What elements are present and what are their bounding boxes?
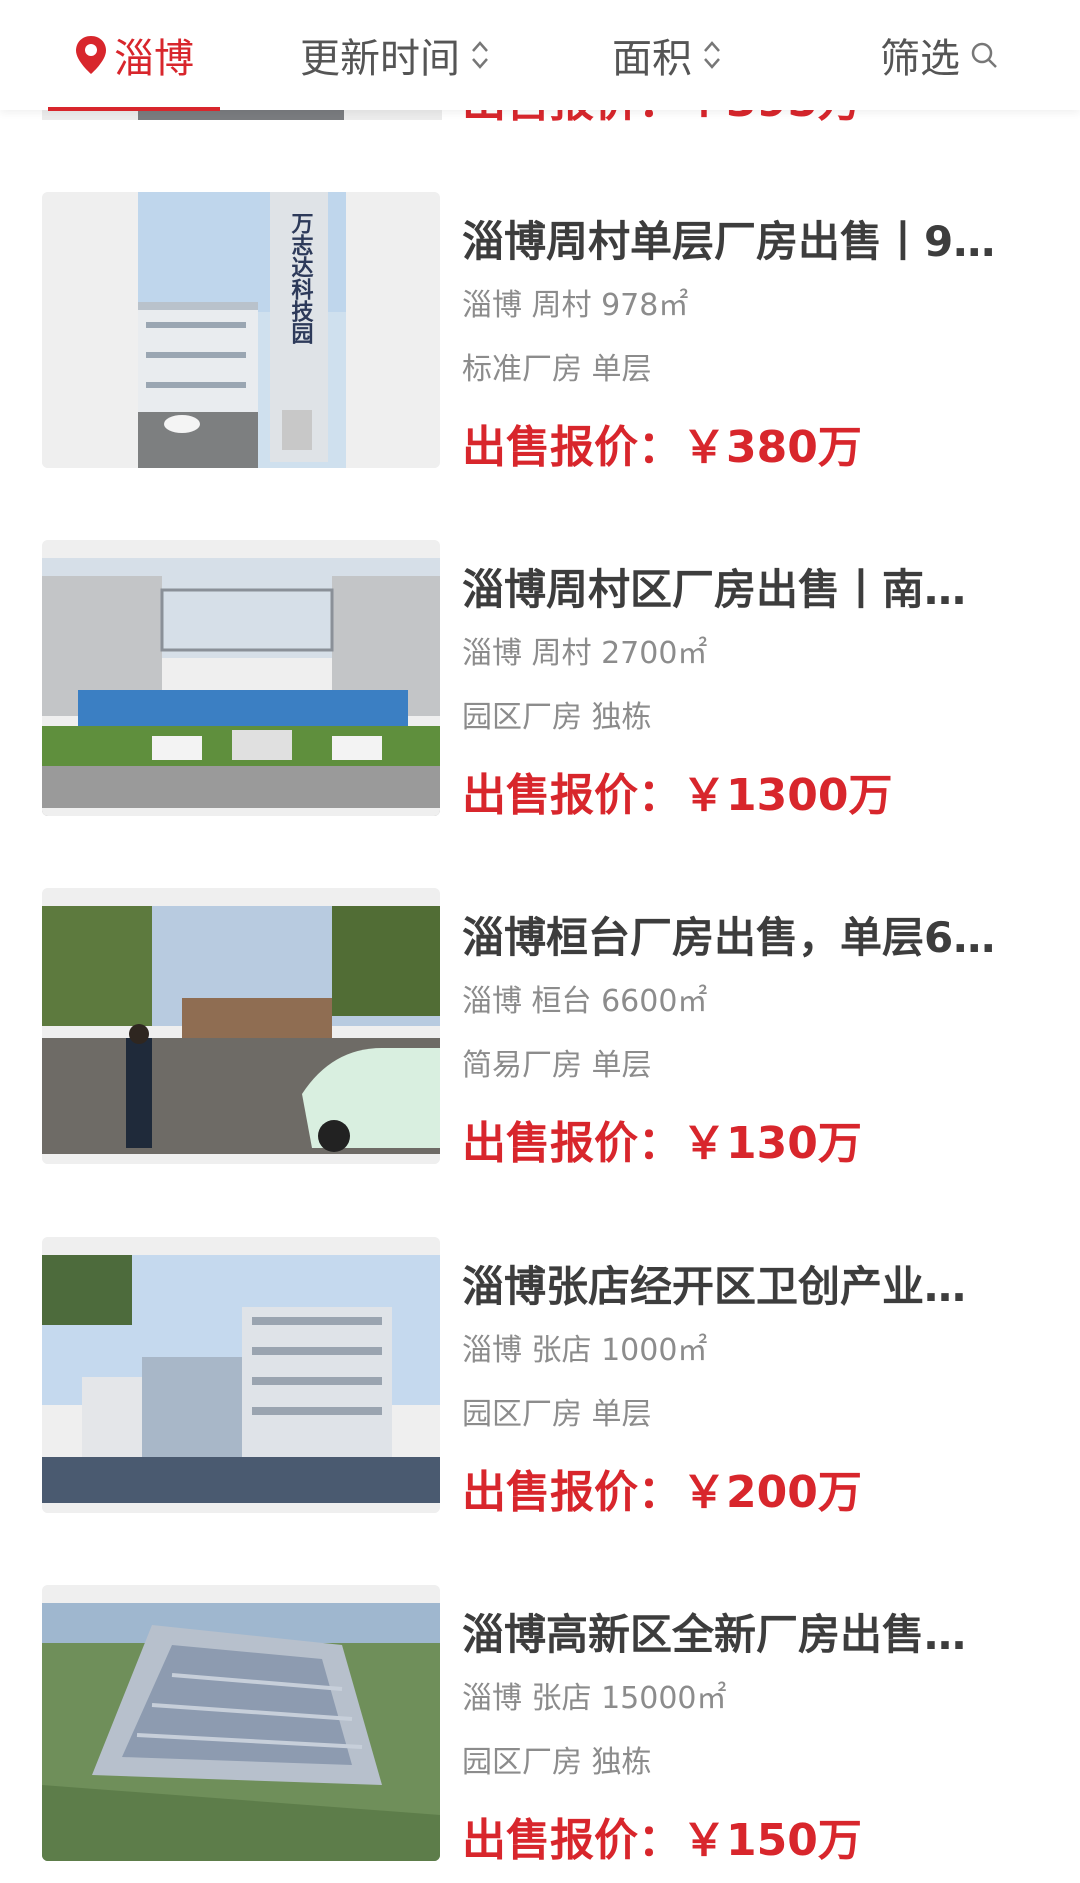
active-tab-indicator	[48, 107, 220, 111]
listing-price: 出售报价：￥150万	[462, 1815, 862, 1866]
listing-title: 淄博周村区厂房出售丨南…	[462, 565, 967, 614]
listing-location: 淄博 张店 15000㎡	[462, 1681, 727, 1716]
sort-toggle-icon	[470, 38, 490, 72]
sort-toggle-icon	[702, 38, 722, 72]
listing-price: 出售报价：￥380万	[462, 422, 862, 473]
listing-location: 淄博 周村 978㎡	[462, 288, 689, 323]
city-label: 淄博	[114, 36, 194, 82]
search-icon	[971, 42, 997, 68]
listing-title: 淄博周村单层厂房出售丨9…	[462, 217, 996, 266]
listing-item[interactable]: 淄博桓台厂房出售，单层6… 淄博 桓台 6600㎡ 简易厂房 单层 出售报价：￥…	[42, 888, 1042, 1169]
listing-type: 园区厂房 单层	[462, 1397, 652, 1432]
sort-time-label: 更新时间	[300, 36, 460, 82]
location-pin-icon	[76, 36, 106, 74]
listing-title: 淄博张店经开区卫创产业…	[462, 1262, 967, 1311]
listing-title: 淄博桓台厂房出售，单层6…	[462, 913, 996, 962]
listing-price: 出售报价：￥200万	[462, 1467, 862, 1518]
sort-area-label: 面积	[612, 36, 692, 82]
listing-price: 出售报价：￥130万	[462, 1118, 862, 1169]
listing-thumbnail	[42, 540, 440, 816]
sort-by-area[interactable]: 面积	[612, 0, 722, 110]
listing-thumbnail	[42, 1585, 440, 1861]
listing-thumbnail	[42, 1237, 440, 1513]
listing-item[interactable]: 万志达科技园 淄博周村单层厂房出售丨9… 淄博 周村 978㎡ 标准厂房 单层 …	[42, 192, 1042, 473]
listing-type: 标准厂房 单层	[462, 352, 652, 387]
city-selector[interactable]: 淄博	[74, 0, 194, 110]
listing-thumbnail: 万志达科技园	[42, 192, 440, 468]
listing-type: 简易厂房 单层	[462, 1048, 652, 1083]
listing-item[interactable]: 淄博周村区厂房出售丨南… 淄博 周村 2700㎡ 园区厂房 独栋 出售报价：￥1…	[42, 540, 1042, 821]
sort-by-update-time[interactable]: 更新时间	[300, 0, 490, 110]
filter-button[interactable]: 筛选	[880, 0, 998, 110]
listing-location: 淄博 张店 1000㎡	[462, 1333, 708, 1368]
listing-type: 园区厂房 独栋	[462, 700, 652, 735]
sign-text: 万志达科技园	[288, 212, 315, 344]
listing-type: 园区厂房 独栋	[462, 1745, 652, 1780]
filter-label: 筛选	[880, 36, 960, 82]
listing-item[interactable]: 淄博张店经开区卫创产业… 淄博 张店 1000㎡ 园区厂房 单层 出售报价：￥2…	[42, 1237, 1042, 1518]
listing-item[interactable]: 淄博高新区全新厂房出售… 淄博 张店 15000㎡ 园区厂房 独栋 出售报价：￥…	[42, 1585, 1042, 1866]
filter-bar: 淄博 更新时间 面积 筛选	[0, 0, 1080, 111]
listing-location: 淄博 桓台 6600㎡	[462, 984, 708, 1019]
listing-title: 淄博高新区全新厂房出售…	[462, 1610, 967, 1659]
listing-thumbnail	[42, 888, 440, 1164]
listing-location: 淄博 周村 2700㎡	[462, 636, 708, 671]
listing-price: 出售报价：￥1300万	[462, 770, 893, 821]
